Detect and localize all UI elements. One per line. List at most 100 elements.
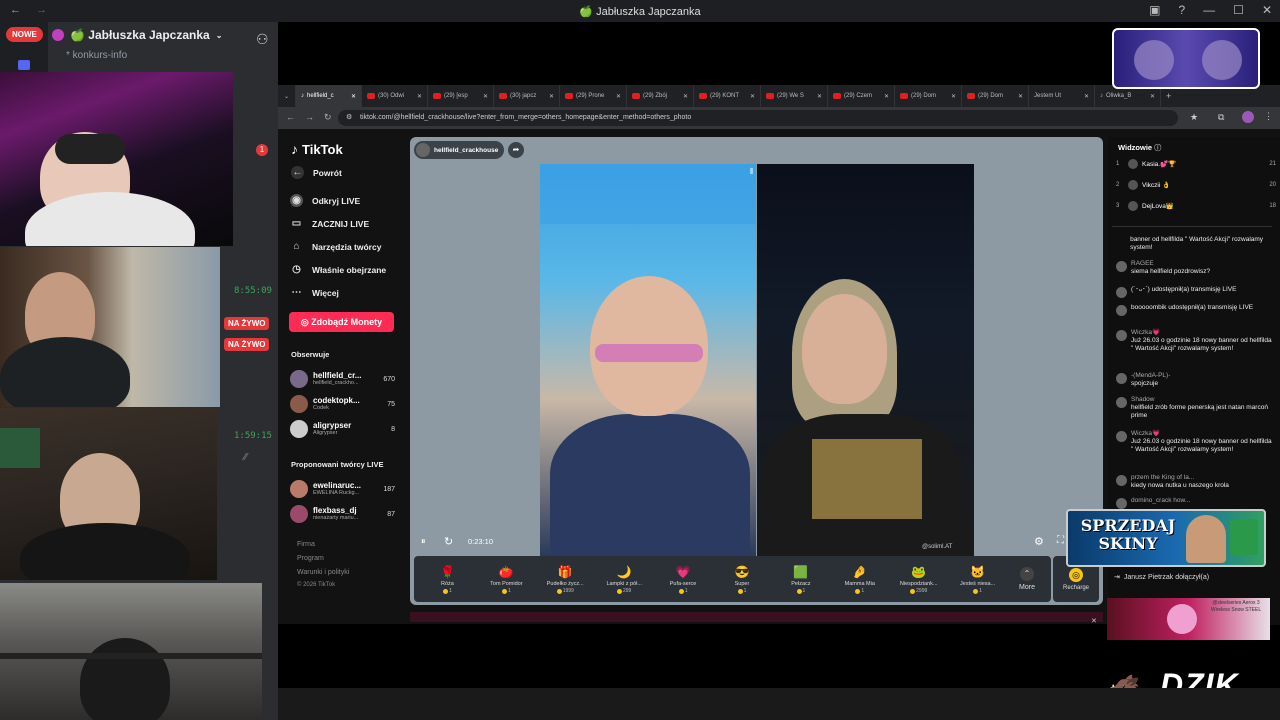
forward-icon[interactable]: →	[305, 112, 314, 123]
tab-item[interactable]: (29) Prone ✕	[560, 85, 627, 107]
tab-close-icon[interactable]: ✕	[1018, 93, 1023, 100]
avatar[interactable]	[1116, 330, 1127, 341]
server-icon[interactable]	[18, 60, 30, 70]
tab-close-icon[interactable]: ✕	[683, 93, 688, 100]
following-item[interactable]: aligrypser Aligrypser 8	[290, 420, 395, 438]
tab-item[interactable]: (29) We S ✕	[761, 85, 828, 107]
share-icon[interactable]: ➦	[508, 142, 524, 158]
message-user[interactable]: przem the King of la...	[1131, 474, 1229, 482]
tab-item[interactable]: (29) Czem ✕	[828, 85, 895, 107]
channel-item[interactable]: * konkurs-info	[66, 50, 127, 61]
reload-icon[interactable]: ↻	[324, 112, 332, 123]
avatar[interactable]	[1116, 498, 1127, 509]
message-user[interactable]: Wiczka💗	[1131, 329, 1274, 337]
avatar[interactable]	[1116, 397, 1127, 408]
nav-discover-live[interactable]: ◉ Odkryj LIVE	[290, 194, 360, 207]
gift-item[interactable]: 🐱 Jesteś niesa... 1	[948, 564, 1007, 594]
tab-item[interactable]: (29) Zbój ✕	[627, 85, 694, 107]
tab-item[interactable]: (30) Odwi ✕	[362, 85, 428, 107]
gift-item[interactable]: 🤌 Mamma Mia 1	[830, 564, 889, 594]
help-icon[interactable]: ?	[1178, 3, 1185, 17]
avatar[interactable]	[1116, 373, 1127, 384]
footer-link[interactable]: Program	[297, 552, 349, 566]
avatar[interactable]	[1116, 261, 1127, 272]
tab-close-icon[interactable]: ✕	[1084, 93, 1089, 100]
footer-link[interactable]: Warunki i polityki	[297, 566, 349, 580]
bookmark-star-icon[interactable]: ★	[1190, 112, 1198, 123]
avatar[interactable]	[1116, 305, 1127, 316]
tab-item[interactable]: (30) japcz ✕	[494, 85, 560, 107]
footer-link[interactable]: Firma	[297, 538, 349, 552]
tab-item[interactable]: (29) [esp ✕	[428, 85, 494, 107]
more-gifts-button[interactable]: ⌃ More	[1007, 567, 1047, 591]
gift-item[interactable]: 🍅 Tom Pomidor 1	[477, 564, 536, 594]
avatar[interactable]	[1116, 431, 1127, 442]
message-user[interactable]: Shadow	[1131, 396, 1274, 404]
tab-close-icon[interactable]: ✕	[549, 93, 554, 100]
tab-item[interactable]: (29) Dom ✕	[962, 85, 1029, 107]
close-ad-icon[interactable]: ✕	[1091, 617, 1097, 625]
inbox-icon[interactable]: ▣	[1149, 3, 1160, 17]
message-user[interactable]: -(MendA-PL)-	[1131, 372, 1170, 380]
extensions-icon[interactable]: ⧉	[1218, 112, 1224, 123]
video-right[interactable]: @soliml.AT	[757, 164, 974, 556]
viewer-row[interactable]: 3 DejLova👑 18	[1116, 201, 1276, 211]
tab-close-icon[interactable]: ✕	[417, 93, 422, 100]
suggested-item[interactable]: ewelinaruc... EWELINA Ruckg... 187	[290, 480, 395, 498]
host-chip[interactable]: hellfield_crackhouse	[414, 141, 505, 159]
get-coins-button[interactable]: ◎ Zdobądź Monety	[289, 312, 394, 332]
refresh-icon[interactable]: ↻	[444, 535, 453, 548]
message-user[interactable]: Wiczka💗	[1131, 430, 1274, 438]
gift-item[interactable]: 🌙 Lampki z pół... 299	[595, 564, 654, 594]
avatar[interactable]	[1116, 475, 1127, 486]
close-icon[interactable]: ✕	[1262, 3, 1272, 17]
maximize-icon[interactable]: ☐	[1233, 3, 1244, 17]
video-left[interactable]	[540, 164, 756, 556]
site-info-icon[interactable]: ⚙	[346, 110, 352, 126]
tab-close-icon[interactable]: ✕	[817, 93, 822, 100]
info-icon[interactable]: ⓘ	[1154, 145, 1161, 152]
tab-item[interactable]: ♪ hellfield_c ✕	[296, 85, 362, 107]
message-user[interactable]: domino_crack how...	[1131, 497, 1190, 505]
nav-creator-tools[interactable]: ⌂ Narzędzia twórcy	[290, 240, 381, 253]
tab-item[interactable]: (29) KONT ✕	[694, 85, 761, 107]
suggested-item[interactable]: flexbass_dj nienażarty mariu... 87	[290, 505, 395, 523]
tab-close-icon[interactable]: ✕	[750, 93, 755, 100]
pause-icon[interactable]: ⏸	[421, 536, 426, 547]
nav-recently-watched[interactable]: ◷ Właśnie obejrzane	[290, 263, 386, 276]
promo-ad[interactable]: @steelseries Aerox 3 Wireless Snow STEEL	[1107, 598, 1270, 640]
tab-close-icon[interactable]: ✕	[1150, 93, 1155, 100]
nav-start-live[interactable]: ▭ ZACZNIJ LIVE	[290, 217, 369, 230]
tab-close-icon[interactable]: ✕	[951, 93, 956, 100]
viewer-row[interactable]: 2 Vikczii 👌 20	[1116, 180, 1276, 190]
gift-item[interactable]: 🟩 Pełzacz 1	[771, 564, 830, 594]
tab-item[interactable]: Jestem Ut ✕	[1029, 85, 1095, 107]
server-header[interactable]: 🍏 Jabłuszka Japczanka ⌄	[52, 28, 222, 42]
following-item[interactable]: codektopk... Codek 75	[290, 395, 395, 413]
following-item[interactable]: hellfield_cr... hellfield_crackho... 670	[290, 370, 395, 388]
new-badge[interactable]: NOWE	[6, 27, 43, 42]
tiktok-logo[interactable]: ♪ TikTok	[291, 141, 343, 157]
tab-item[interactable]: (29) Dom ✕	[895, 85, 962, 107]
gift-item[interactable]: 😎 Super 1	[713, 564, 772, 594]
address-bar[interactable]: ⚙ tiktok.com/@hellfield_crackhouse/live?…	[338, 110, 1178, 126]
gift-item[interactable]: 💗 Pufa-serce 1	[654, 564, 713, 594]
profile-avatar[interactable]	[1242, 111, 1254, 123]
back-icon[interactable]: ←	[286, 112, 295, 123]
tab-close-icon[interactable]: ✕	[884, 93, 889, 100]
fullscreen-icon[interactable]: ⛶	[1057, 535, 1064, 546]
message-user[interactable]: RAGEE	[1131, 260, 1210, 268]
gift-item[interactable]: 🐸 Niespodziank... 2999	[889, 564, 948, 594]
avatar[interactable]	[1116, 287, 1127, 298]
minimize-icon[interactable]: —	[1203, 3, 1215, 17]
tab-search-icon[interactable]: ⌄	[278, 85, 296, 107]
settings-icon[interactable]: ⚙	[1034, 535, 1044, 548]
menu-kebab-icon[interactable]: ⋮	[1264, 111, 1273, 122]
viewer-row[interactable]: 1 Kasia.💕🏆 21	[1116, 159, 1276, 169]
add-user-icon[interactable]: ⚇	[256, 31, 269, 48]
gift-item[interactable]: 🎁 Pudełko życz... 1999	[536, 564, 595, 594]
gift-item[interactable]: 🌹 Róża 1	[418, 564, 477, 594]
tab-close-icon[interactable]: ✕	[483, 93, 488, 100]
nav-more[interactable]: ⋯ Więcej	[290, 286, 339, 299]
back-link[interactable]: ← Powrót	[291, 166, 342, 179]
